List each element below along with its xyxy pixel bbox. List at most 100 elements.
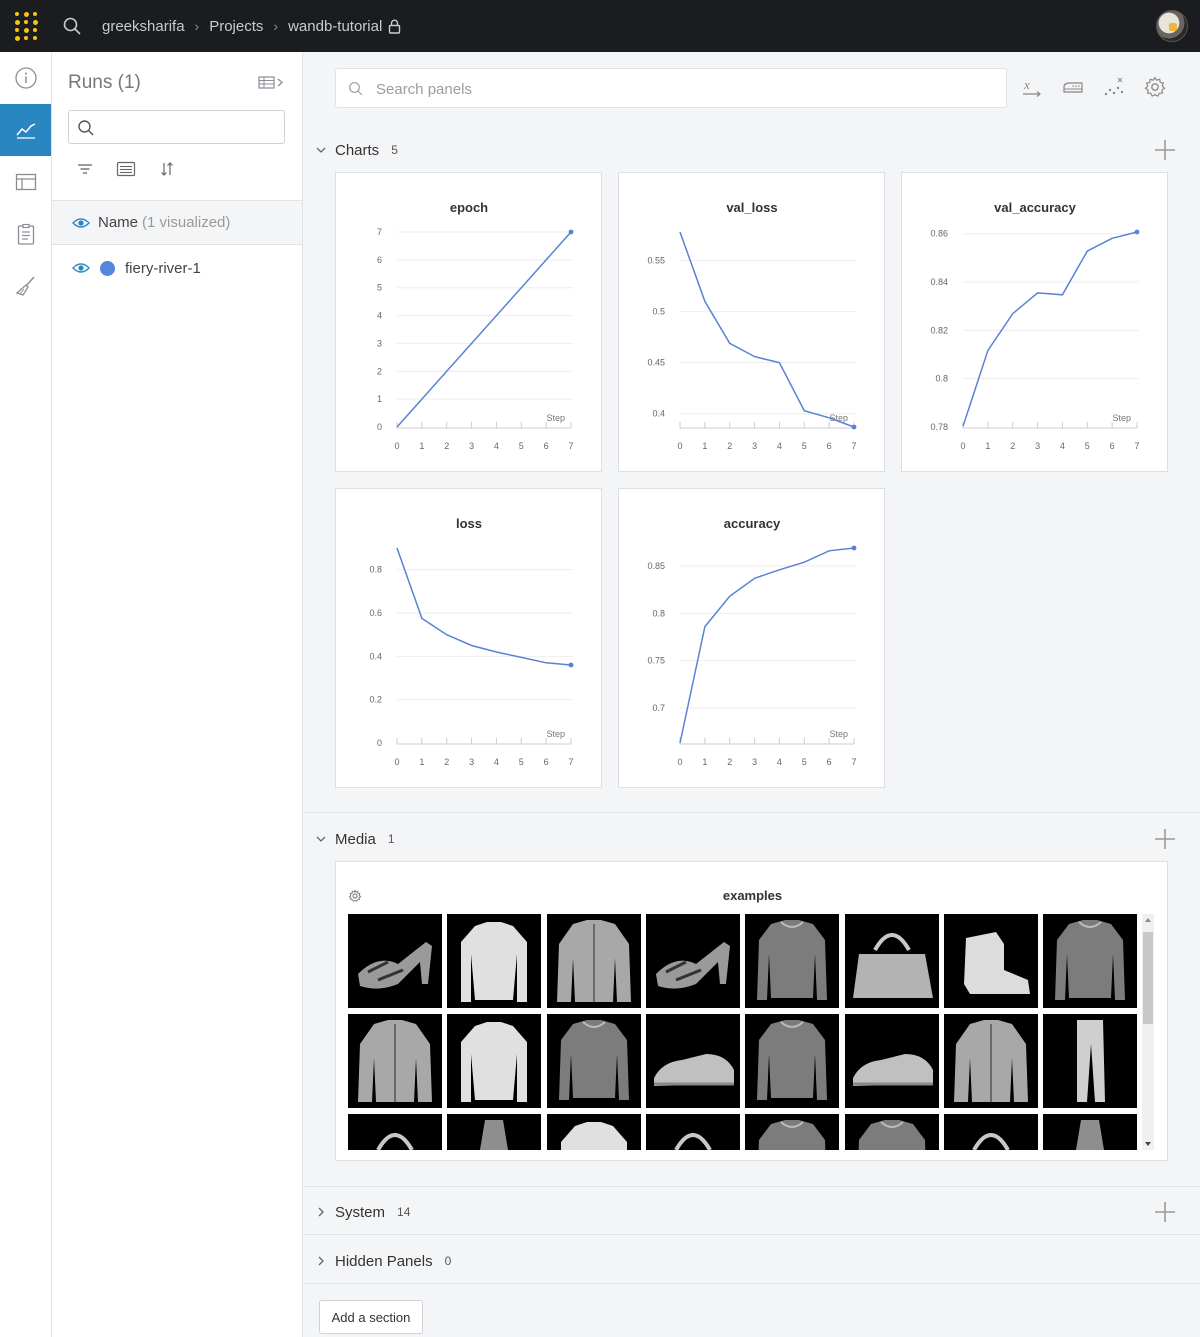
smoothing-icon[interactable]	[1060, 74, 1086, 100]
image-thumbnail[interactable]	[745, 1014, 840, 1108]
chart-panel-val-accuracy[interactable]: val_accuracy 0.78 0.8 0.82 0.84 0.86 0 1 2 3 4 5 6 7 S…	[901, 172, 1168, 472]
breadcrumb-user[interactable]: greeksharifa	[102, 18, 185, 35]
add-panel-icon[interactable]	[1152, 826, 1178, 852]
search-icon[interactable]	[52, 0, 92, 52]
chevron-down-icon[interactable]	[315, 144, 331, 156]
image-thumbnail[interactable]	[1043, 1114, 1138, 1150]
nav-table[interactable]	[0, 156, 51, 208]
runs-search-field[interactable]	[68, 110, 285, 144]
image-thumbnail[interactable]	[348, 1014, 442, 1108]
y-tick-label: 3	[377, 338, 382, 348]
x-tick-label: 2	[727, 757, 732, 767]
runs-search-input[interactable]	[101, 117, 276, 137]
avatar[interactable]	[1156, 10, 1188, 42]
panel-search-input[interactable]	[376, 78, 976, 100]
x-tick-label: 7	[851, 441, 856, 451]
chart-title: val_accuracy	[994, 200, 1076, 215]
x-axis-icon[interactable]: x	[1019, 74, 1045, 100]
gear-icon[interactable]	[1142, 74, 1168, 100]
search-icon	[77, 119, 95, 140]
image-thumbnail[interactable]	[943, 1014, 1038, 1108]
run-row[interactable]: fiery-river-1	[52, 250, 302, 286]
y-tick-label: 1	[377, 394, 382, 404]
x-tick-label: 3	[469, 441, 474, 451]
y-tick-label: 0.8	[935, 374, 948, 384]
x-tick-label: 2	[727, 441, 732, 451]
filter-icon[interactable]	[76, 160, 94, 181]
sort-icon[interactable]	[158, 160, 176, 181]
chart-panel-epoch[interactable]: epoch 0 1 2 3 4 5 6 7 0 1 2 3 4 5 6 7 Step	[335, 172, 602, 472]
image-thumbnail[interactable]	[348, 1114, 442, 1150]
chart-title: accuracy	[724, 516, 781, 531]
x-tick-label: 3	[1035, 441, 1040, 451]
image-thumbnail[interactable]	[645, 914, 740, 1008]
chart-panel-accuracy[interactable]: accuracy 0.7 0.75 0.8 0.85 0 1 2 3 4 5 6 7 Step	[618, 488, 885, 788]
x-tick-label: 0	[960, 441, 965, 451]
image-thumbnail[interactable]	[447, 914, 542, 1008]
chart-panel-val-loss[interactable]: val_loss 0.4 0.45 0.5 0.55 0 1 2 3 4 5 6 7 Step	[618, 172, 885, 472]
image-thumbnail[interactable]	[546, 914, 641, 1008]
table-icon	[15, 173, 36, 191]
add-panel-icon[interactable]	[1152, 137, 1178, 163]
run-color-dot[interactable]	[100, 260, 115, 276]
chevron-down-icon[interactable]	[315, 833, 331, 845]
expand-table-icon[interactable]	[258, 74, 286, 95]
image-thumbnail[interactable]	[745, 914, 840, 1008]
x-tick-label: 7	[568, 757, 573, 767]
breadcrumb: greeksharifa › Projects › wandb-tutorial	[102, 18, 401, 35]
y-tick-label: 0.55	[647, 256, 665, 266]
image-thumbnail[interactable]	[645, 1014, 740, 1108]
media-panel-examples[interactable]: examples	[335, 861, 1168, 1161]
image-thumbnail[interactable]	[546, 1014, 641, 1108]
breadcrumb-project[interactable]: wandb-tutorial	[288, 18, 382, 35]
image-grid[interactable]	[348, 914, 1140, 1150]
data-point	[851, 545, 857, 551]
chevron-right-icon: ›	[273, 18, 279, 34]
nav-overview[interactable]	[0, 52, 51, 104]
nav-charts[interactable]	[0, 104, 51, 156]
eye-icon[interactable]	[72, 217, 90, 229]
section-hidden-panels[interactable]: Hidden Panels 0	[303, 1246, 1200, 1276]
image-thumbnail[interactable]	[943, 914, 1038, 1008]
image-thumbnail[interactable]	[745, 1114, 840, 1150]
image-thumbnail[interactable]	[1043, 914, 1138, 1008]
x-tick-label: 7	[1134, 441, 1139, 451]
breadcrumb-projects[interactable]: Projects	[209, 18, 263, 35]
section-divider	[303, 1186, 1200, 1187]
image-thumbnail[interactable]	[447, 1114, 542, 1150]
name-column-header[interactable]: Name	[98, 214, 138, 231]
add-panel-icon[interactable]	[1152, 1199, 1178, 1225]
image-thumbnail[interactable]	[844, 914, 939, 1008]
media-title: examples	[722, 888, 783, 903]
nav-sweeps[interactable]	[0, 260, 51, 312]
outliers-icon[interactable]	[1101, 74, 1127, 100]
image-thumbnail[interactable]	[943, 1114, 1038, 1150]
image-thumbnail[interactable]	[546, 1114, 641, 1150]
scrollbar[interactable]	[1142, 914, 1154, 1150]
section-charts[interactable]: Charts 5	[303, 135, 1200, 165]
search-icon	[348, 81, 364, 100]
image-thumbnail[interactable]	[844, 1014, 939, 1108]
image-thumbnail[interactable]	[348, 914, 442, 1008]
chevron-right-icon[interactable]	[315, 1206, 331, 1218]
nav-reports[interactable]	[0, 208, 51, 260]
chevron-right-icon[interactable]	[315, 1255, 331, 1267]
image-thumbnail[interactable]	[645, 1114, 740, 1150]
image-thumbnail[interactable]	[844, 1114, 939, 1150]
section-system[interactable]: System 14	[303, 1197, 1200, 1227]
group-icon[interactable]	[116, 160, 136, 181]
image-thumbnail[interactable]	[1043, 1014, 1138, 1108]
x-tick-label: 7	[568, 441, 573, 451]
run-name[interactable]: fiery-river-1	[125, 260, 201, 277]
y-tick-label: 5	[377, 283, 382, 293]
image-thumbnail[interactable]	[447, 1014, 542, 1108]
chart-panel-loss[interactable]: loss 0 0.2 0.4 0.6 0.8 0 1 2 3 4 5 6 7 Step	[335, 488, 602, 788]
panel-search-field[interactable]	[335, 68, 1007, 108]
eye-icon[interactable]	[72, 262, 90, 274]
series-line	[396, 547, 572, 666]
add-section-button[interactable]: Add a section	[319, 1300, 423, 1334]
x-tick-label: 6	[544, 441, 549, 451]
wandb-logo[interactable]	[0, 0, 52, 52]
section-media[interactable]: Media 1	[303, 824, 1200, 854]
x-tick-label: 7	[851, 757, 856, 767]
